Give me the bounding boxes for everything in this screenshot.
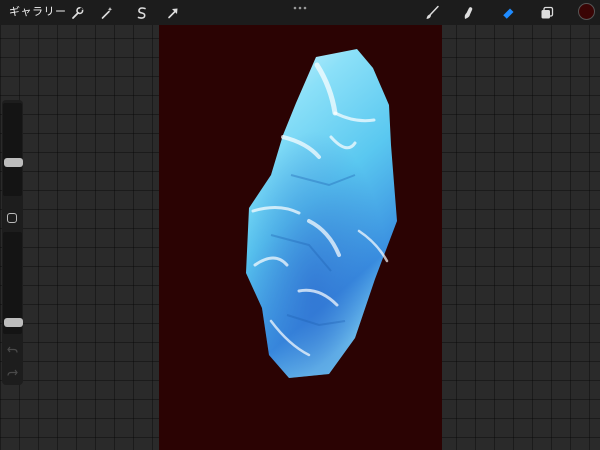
- undo-icon[interactable]: [6, 343, 19, 356]
- crystal-drawing: [246, 49, 397, 378]
- selection-s-icon[interactable]: [134, 5, 150, 21]
- brush-icon[interactable]: [424, 5, 440, 21]
- more-dots-icon[interactable]: [292, 5, 308, 11]
- redo-icon[interactable]: [6, 366, 19, 379]
- left-sidebar: [2, 100, 23, 385]
- layers-icon[interactable]: [539, 5, 555, 21]
- brush-size-thumb[interactable]: [4, 158, 23, 167]
- eraser-icon[interactable]: [500, 5, 516, 21]
- smudge-icon[interactable]: [460, 5, 476, 21]
- gallery-button[interactable]: ギャラリー: [9, 5, 67, 19]
- opacity-thumb[interactable]: [4, 318, 23, 327]
- color-swatch[interactable]: [578, 3, 595, 20]
- arrow-cursor-icon[interactable]: [165, 5, 181, 21]
- drawing-canvas[interactable]: [159, 25, 442, 450]
- brush-size-slider[interactable]: [3, 103, 23, 196]
- top-toolbar: ギャラリー: [0, 0, 600, 25]
- magic-wand-icon[interactable]: [99, 5, 115, 21]
- wrench-icon[interactable]: [69, 5, 85, 21]
- modify-button[interactable]: [7, 213, 17, 223]
- opacity-slider[interactable]: [3, 232, 23, 334]
